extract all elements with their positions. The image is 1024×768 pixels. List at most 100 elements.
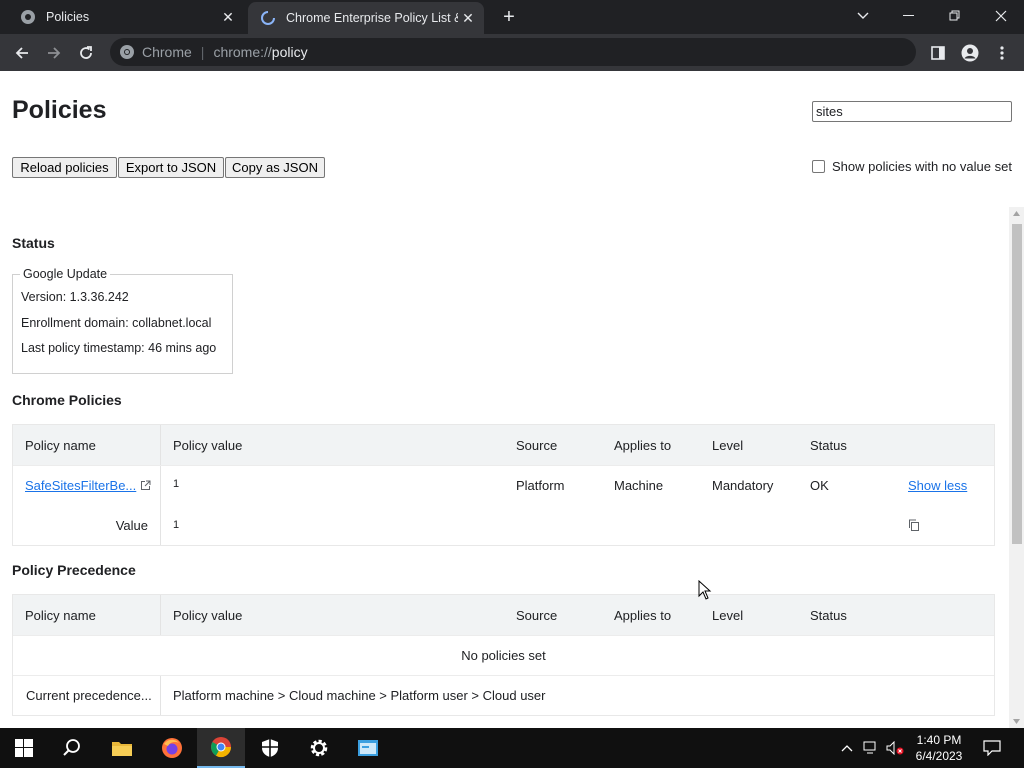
show-less-link[interactable]: Show less [908,466,967,505]
status-version: Version: 1.3.36.242 [21,290,129,304]
network-icon[interactable] [860,728,882,768]
firefox-icon[interactable] [148,728,196,768]
header-applies-to: Applies to [614,437,672,453]
table-header: Policy name Policy value Source Applies … [13,425,994,465]
export-json-button[interactable]: Export to JSON [118,157,224,178]
precedence-table: Policy name Policy value Source Applies … [12,594,995,716]
policy-name-link[interactable]: SafeSitesFilterBe... [25,478,136,493]
header-policy-name: Policy name [25,607,96,623]
profile-avatar-icon[interactable] [956,39,984,67]
policies-page: Policies sites Reload policies Export to… [0,71,1024,728]
header-source: Source [516,437,558,453]
settings-gear-icon[interactable] [295,728,343,768]
show-unset-label: Show policies with no value set [832,159,1012,174]
side-panel-icon[interactable] [924,39,952,67]
copy-icon[interactable] [908,505,920,545]
policy-name-cell: SafeSitesFilterBe... [25,466,151,505]
header-policy-value: Policy value [173,437,243,453]
current-precedence-value: Platform machine > Cloud machine > Platf… [173,688,546,703]
reload-policies-button[interactable]: Reload policies [12,157,117,178]
value-row: Value 1 [13,505,994,545]
no-policies-text: No policies set [461,648,546,663]
column-divider [160,466,161,505]
header-level: Level [712,607,744,623]
table-row: SafeSitesFilterBe... 1 Platform Machine … [13,465,994,505]
policy-precedence-heading: Policy Precedence [12,562,136,578]
chrome-policies-table: Policy name Policy value Source Applies … [12,424,995,546]
reload-icon[interactable] [72,39,100,67]
column-divider [160,425,161,465]
url-host: policy [271,44,308,60]
chrome-taskbar-icon[interactable] [197,728,245,768]
tab-policies[interactable]: Policies ✕ [8,0,244,34]
status-heading: Status [12,235,55,251]
windows-start-icon[interactable] [0,728,48,768]
level-cell: Mandatory [712,478,774,493]
tab-title: Chrome Enterprise Policy List & M [286,11,458,25]
chrome-policies-heading: Chrome Policies [12,392,122,408]
page-scrollbar[interactable] [1009,207,1024,728]
system-clock[interactable]: 1:40 PM 6/4/2023 [906,732,972,764]
header-status: Status [810,437,847,453]
value-label: Value [115,517,148,533]
back-arrow-icon[interactable] [8,39,36,67]
notification-center-icon[interactable] [978,728,1006,768]
header-level: Level [712,437,744,453]
minimize-button[interactable] [886,0,932,32]
show-hidden-icons-chevron-icon[interactable] [838,728,856,768]
file-explorer-icon[interactable] [98,728,146,768]
close-icon[interactable]: ✕ [458,8,478,28]
table-row: Current precedence... Platform machine >… [13,675,994,715]
header-source: Source [516,607,558,623]
clock-time: 1:40 PM [916,733,962,747]
header-status: Status [810,607,847,623]
copy-json-button[interactable]: Copy as JSON [225,157,325,178]
windows-security-icon[interactable] [246,728,294,768]
chrome-logo-icon [119,44,135,63]
site-chip: Chrome [142,44,192,60]
chrome-page-icon [20,9,36,25]
url-text: chrome://policy [213,44,307,60]
page-title: Policies [12,96,107,124]
column-divider [160,676,161,715]
search-input[interactable]: sites [812,101,1012,122]
source-cell: Platform [516,478,565,493]
restore-button[interactable] [932,0,978,32]
volume-muted-icon[interactable] [884,728,906,768]
status-legend: Google Update [20,267,111,281]
url-prefix: chrome:// [213,44,272,60]
header-policy-value: Policy value [173,607,243,623]
windows-taskbar: 1:40 PM 6/4/2023 [0,728,1024,768]
close-icon[interactable]: ✕ [218,7,238,27]
tab-strip: Policies ✕ Chrome Enterprise Policy List… [0,0,1024,34]
new-tab-button[interactable]: + [498,6,520,28]
remote-desktop-icon[interactable] [344,728,392,768]
search-icon[interactable] [48,728,96,768]
status-enrollment: Enrollment domain: collabnet.local [21,316,212,330]
address-separator: | [200,44,205,60]
table-header: Policy name Policy value Source Applies … [13,595,994,635]
forward-arrow-icon[interactable] [40,39,68,67]
tab-chrome-enterprise-policy-list[interactable]: Chrome Enterprise Policy List & M ✕ [248,2,484,34]
mouse-cursor-icon [698,580,712,600]
kebab-menu-icon[interactable] [988,39,1016,67]
status-box: Google Update Version: 1.3.36.242 Enroll… [12,267,233,374]
tab-title: Policies [46,10,90,24]
address-bar[interactable]: Chrome | chrome://policy [110,38,916,66]
show-unset-toggle[interactable]: Show policies with no value set [812,159,1012,174]
applies-to-cell: Machine [614,478,664,493]
scroll-down-arrow-icon[interactable] [1013,719,1020,724]
column-divider [160,505,161,545]
column-divider [160,595,161,635]
status-timestamp: Last policy timestamp: 46 mins ago [21,341,217,355]
scrollbar-thumb[interactable] [1012,224,1022,544]
window-close-button[interactable] [978,0,1024,32]
scroll-up-arrow-icon[interactable] [1013,211,1020,216]
external-link-icon[interactable] [140,480,151,491]
header-applies-to: Applies to [614,607,672,623]
show-unset-checkbox[interactable] [812,160,825,173]
tab-search-chevron-icon[interactable] [840,0,886,32]
empty-row: No policies set [13,635,994,675]
clock-date: 6/4/2023 [915,749,963,763]
loading-spinner-icon [260,10,276,26]
